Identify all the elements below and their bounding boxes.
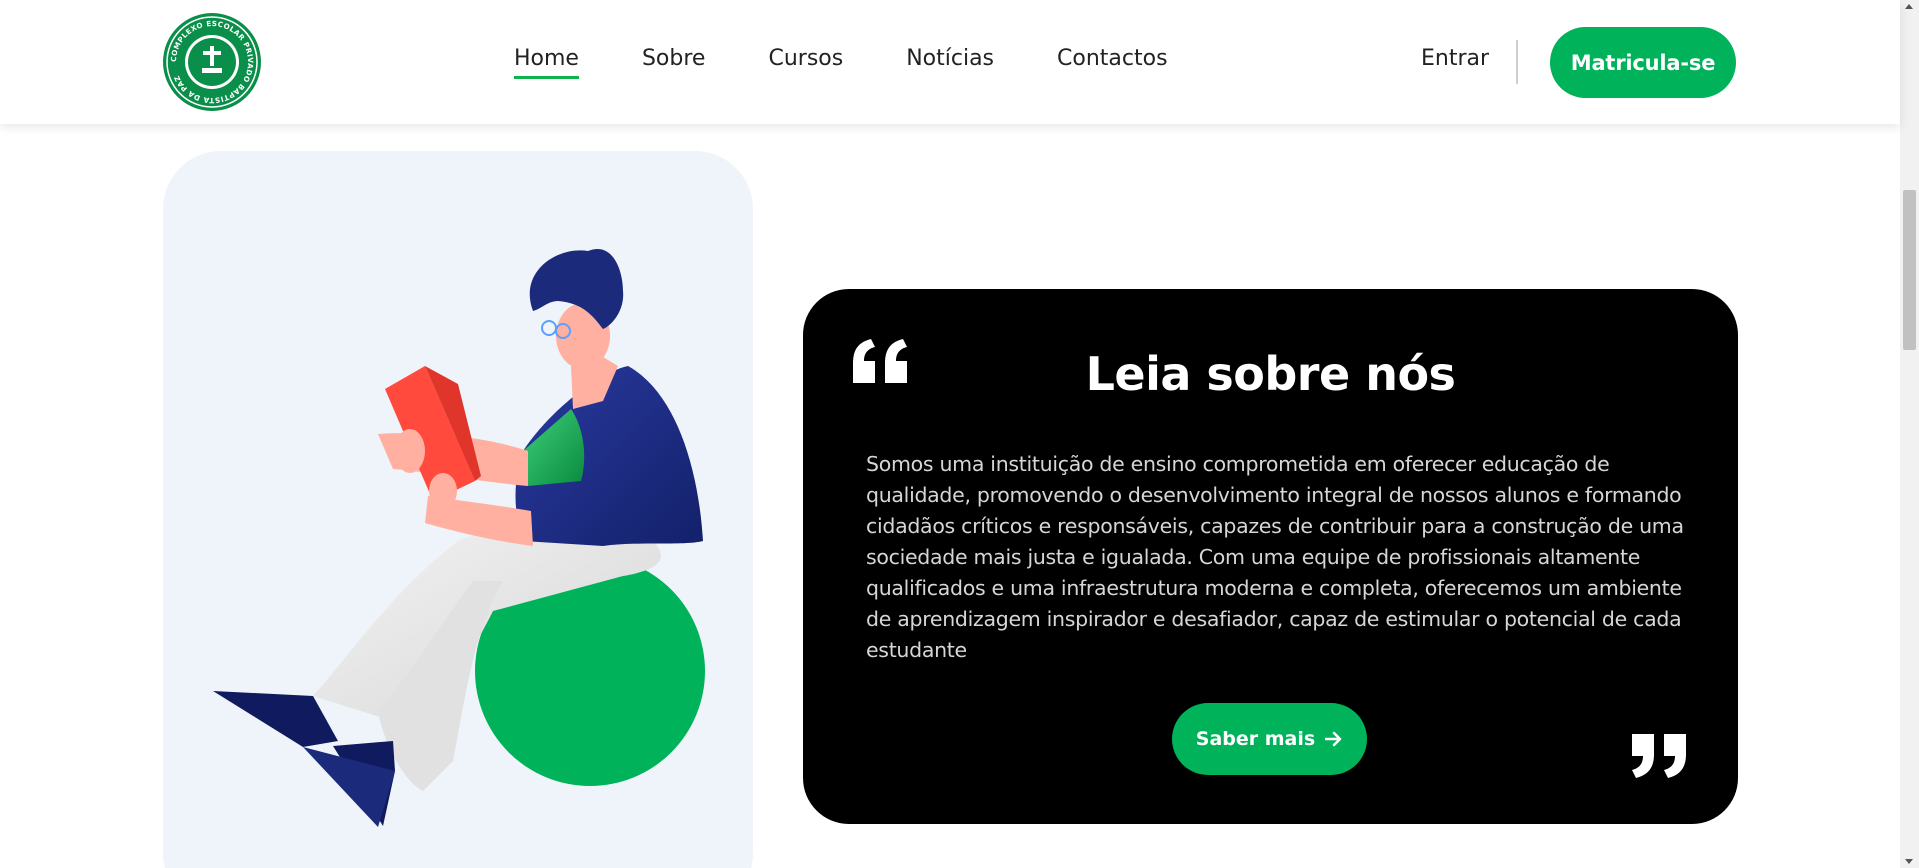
about-card: Leia sobre nós Somos uma instituição de …	[803, 289, 1738, 824]
nav-contactos[interactable]: Contactos	[1057, 46, 1168, 71]
quote-close-icon	[1632, 734, 1686, 778]
site-header: COMPLEXO ESCOLAR PRIVADO BAPTISTA DA PAZ…	[0, 0, 1900, 124]
arrow-right-icon	[1325, 731, 1342, 747]
student-reading-illustration	[213, 249, 705, 827]
nav-sobre[interactable]: Sobre	[642, 46, 706, 71]
login-link[interactable]: Entrar	[1421, 46, 1489, 71]
scroll-down-arrow-icon[interactable]	[1905, 859, 1913, 864]
nav-noticias[interactable]: Notícias	[906, 46, 994, 71]
scroll-thumb[interactable]	[1903, 190, 1916, 350]
learn-more-button[interactable]: Saber mais	[1172, 703, 1367, 775]
enroll-button[interactable]: Matricula-se	[1550, 27, 1736, 98]
about-text: Somos uma instituição de ensino comprome…	[866, 452, 1684, 662]
main-nav: Home Sobre Cursos Notícias Contactos	[514, 46, 1231, 79]
school-seal-icon: COMPLEXO ESCOLAR PRIVADO BAPTISTA DA PAZ	[163, 13, 261, 111]
school-logo[interactable]: COMPLEXO ESCOLAR PRIVADO BAPTISTA DA PAZ	[162, 12, 262, 112]
learn-more-label: Saber mais	[1195, 728, 1316, 750]
scroll-up-arrow-icon[interactable]	[1905, 4, 1913, 9]
illustration-panel	[163, 151, 753, 868]
nav-home[interactable]: Home	[514, 46, 579, 79]
about-title: Leia sobre nós	[1085, 347, 1456, 401]
page-scrollbar[interactable]	[1900, 0, 1919, 868]
header-divider	[1516, 40, 1518, 84]
nav-cursos[interactable]: Cursos	[768, 46, 843, 71]
